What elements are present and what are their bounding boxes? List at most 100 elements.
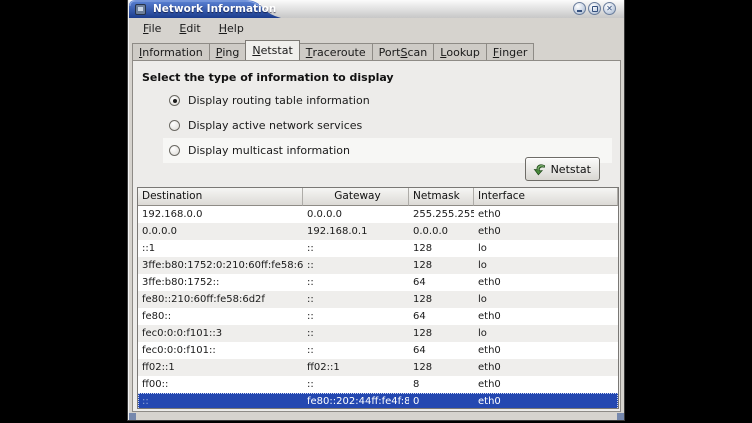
cell: eth0 <box>474 359 618 376</box>
menu-item-file[interactable]: File <box>137 20 167 37</box>
netstat-page: Select the type of information to displa… <box>132 60 621 412</box>
table-row[interactable]: ff02::1ff02::1128eth0 <box>138 359 618 376</box>
cell: lo <box>474 325 618 342</box>
tab-finger[interactable]: Finger <box>486 43 535 60</box>
cell: 3ffe:b80:1752:: <box>138 274 303 291</box>
radio-label: Display active network services <box>188 119 362 132</box>
radio-label: Display routing table information <box>188 94 370 107</box>
cell: ff02::1 <box>303 359 409 376</box>
tab-port-scan[interactable]: Port Scan <box>372 43 435 60</box>
table-row[interactable]: 3ffe:b80:1752::::64eth0 <box>138 274 618 291</box>
tab-netstat[interactable]: Netstat <box>245 40 299 60</box>
cell: 128 <box>409 257 474 274</box>
cell: 64 <box>409 342 474 359</box>
cell: 64 <box>409 274 474 291</box>
cell: lo <box>474 291 618 308</box>
cell: 0.0.0.0 <box>409 223 474 240</box>
cell: :: <box>303 291 409 308</box>
tab-strip: InformationPingNetstatTraceroutePort Sca… <box>132 40 621 60</box>
cell: fe80::202:44ff:fe4f:83e1 <box>303 393 409 409</box>
radio-display-active-network-services[interactable]: Display active network services <box>163 113 612 138</box>
frame-corner-right <box>617 413 624 420</box>
cell: 192.168.0.0 <box>138 206 303 223</box>
cell: 3ffe:b80:1752:0:210:60ff:fe58:6d2f <box>138 257 303 274</box>
tab-ping[interactable]: Ping <box>209 43 247 60</box>
column-header-interface[interactable]: Interface <box>474 188 618 206</box>
column-header-destination[interactable]: Destination <box>138 188 303 206</box>
cell: ::1 <box>138 240 303 257</box>
cell: :: <box>303 342 409 359</box>
table-row[interactable]: 0.0.0.0192.168.0.10.0.0.0eth0 <box>138 223 618 240</box>
section-title: Select the type of information to displa… <box>142 71 394 84</box>
cell: :: <box>303 376 409 393</box>
cell: :: <box>303 308 409 325</box>
cell: fec0:0:0:f101:: <box>138 342 303 359</box>
close-button[interactable]: ✕ <box>603 2 616 15</box>
table-row[interactable]: fe80::210:60ff:fe58:6d2f::128lo <box>138 291 618 308</box>
minimize-button[interactable] <box>573 2 586 15</box>
cell: 128 <box>409 291 474 308</box>
table-row[interactable]: fe80::::64eth0 <box>138 308 618 325</box>
cell: :: <box>303 325 409 342</box>
frame-corner-left <box>129 413 136 420</box>
table-row[interactable]: fec0:0:0:f101::3::128lo <box>138 325 618 342</box>
green-curved-arrow-icon <box>532 162 547 177</box>
network-information-window: Network Information ✕ File Edit Help Infor… <box>128 0 624 420</box>
cell: 192.168.0.1 <box>303 223 409 240</box>
maximize-icon <box>592 6 598 12</box>
cell: eth0 <box>474 274 618 291</box>
radio-icon <box>169 95 180 106</box>
tab-information[interactable]: Information <box>132 43 210 60</box>
cell: eth0 <box>474 223 618 240</box>
cell: 128 <box>409 240 474 257</box>
cell: 128 <box>409 325 474 342</box>
radio-icon <box>169 120 180 131</box>
maximize-button[interactable] <box>588 2 601 15</box>
table-header: DestinationGatewayNetmaskInterface <box>138 188 618 206</box>
menu-item-help[interactable]: Help <box>213 20 250 37</box>
cell: :: <box>303 257 409 274</box>
column-header-gateway[interactable]: Gateway <box>303 188 409 206</box>
network-monitor-icon <box>135 4 146 15</box>
cell: 0.0.0.0 <box>138 223 303 240</box>
menu-item-edit[interactable]: Edit <box>173 20 206 37</box>
tab-lookup[interactable]: Lookup <box>433 43 487 60</box>
cell: 0 <box>409 393 474 409</box>
cell: ff00:: <box>138 376 303 393</box>
radio-display-routing-table-information[interactable]: Display routing table information <box>163 88 612 113</box>
titlebar[interactable]: Network Information ✕ <box>129 0 624 18</box>
table-row[interactable]: ff00::::8eth0 <box>138 376 618 393</box>
cell: :: <box>303 240 409 257</box>
close-icon: ✕ <box>606 5 613 13</box>
routing-table[interactable]: DestinationGatewayNetmaskInterface 192.1… <box>137 187 619 409</box>
table-body: 192.168.0.00.0.0.0255.255.255.0eth00.0.0… <box>138 206 618 409</box>
table-row[interactable]: 3ffe:b80:1752:0:210:60ff:fe58:6d2f::128l… <box>138 257 618 274</box>
window-controls: ✕ <box>573 2 616 15</box>
cell: fe80::210:60ff:fe58:6d2f <box>138 291 303 308</box>
cell: 8 <box>409 376 474 393</box>
cell: 64 <box>409 308 474 325</box>
tab-traceroute[interactable]: Traceroute <box>299 43 373 60</box>
titlebar-tab: Network Information <box>129 0 281 18</box>
cell: :: <box>303 274 409 291</box>
table-row[interactable]: ::1::128lo <box>138 240 618 257</box>
cell: lo <box>474 257 618 274</box>
table-row[interactable]: 192.168.0.00.0.0.0255.255.255.0eth0 <box>138 206 618 223</box>
table-row[interactable]: fec0:0:0:f101::::64eth0 <box>138 342 618 359</box>
cell: eth0 <box>474 342 618 359</box>
cell: :: <box>138 393 303 409</box>
cell: fec0:0:0:f101::3 <box>138 325 303 342</box>
cell: 0.0.0.0 <box>303 206 409 223</box>
radio-group: Display routing table information Display… <box>163 88 612 163</box>
menubar: File Edit Help <box>131 18 622 39</box>
window-title: Network Information <box>153 3 276 15</box>
cell: 128 <box>409 359 474 376</box>
column-header-netmask[interactable]: Netmask <box>409 188 474 206</box>
cell: lo <box>474 240 618 257</box>
cell: eth0 <box>474 206 618 223</box>
cell: fe80:: <box>138 308 303 325</box>
table-row[interactable]: ::fe80::202:44ff:fe4f:83e10eth0 <box>138 393 618 409</box>
netstat-button[interactable]: Netstat <box>525 157 600 181</box>
cell: ff02::1 <box>138 359 303 376</box>
radio-icon <box>169 145 180 156</box>
